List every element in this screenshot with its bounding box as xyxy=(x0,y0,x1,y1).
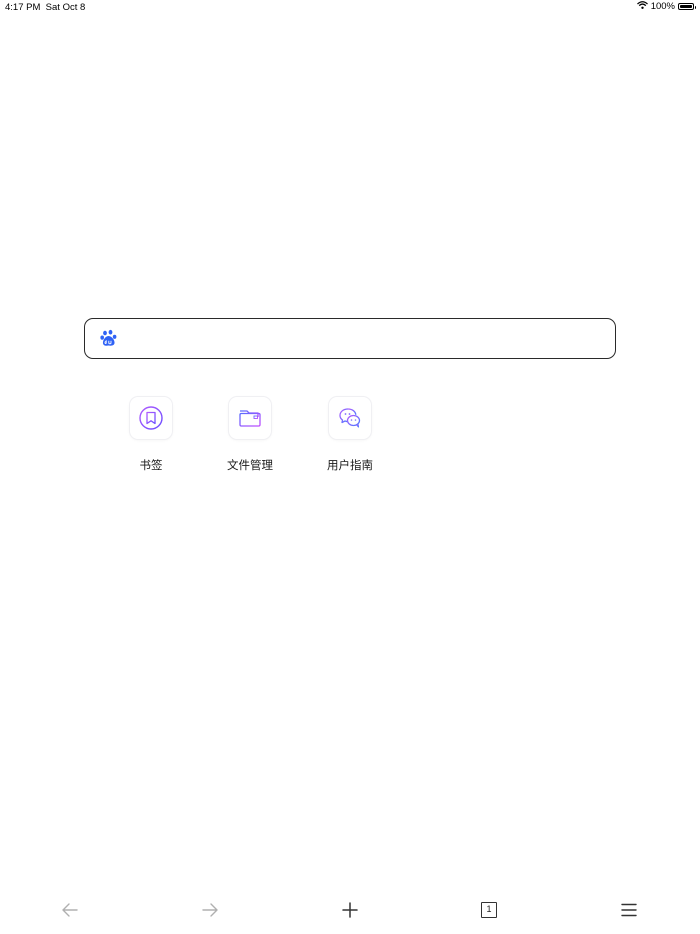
shortcut-label: 用户指南 xyxy=(327,458,373,472)
shortcut-label: 文件管理 xyxy=(227,458,273,472)
status-time-date: 4:17 PM Sat Oct 8 xyxy=(5,2,85,13)
shortcut-user-guide[interactable]: 用户指南 xyxy=(310,397,390,477)
tab-count-badge: 1 xyxy=(481,902,497,918)
shortcut-icon-tile[interactable] xyxy=(130,397,172,439)
shortcut-file-manager[interactable]: 文件管理 xyxy=(210,397,290,477)
tabs-button[interactable]: 1 xyxy=(477,898,501,922)
status-date: Sat Oct 8 xyxy=(45,2,86,13)
bottom-toolbar: 1 xyxy=(0,884,700,934)
search-bar[interactable] xyxy=(84,318,616,359)
wifi-icon xyxy=(636,1,648,12)
battery-full-icon xyxy=(678,3,696,10)
status-bar: 4:17 PM Sat Oct 8 100% xyxy=(0,0,700,14)
shortcut-icon-tile[interactable] xyxy=(329,397,371,439)
back-button[interactable] xyxy=(58,898,82,922)
shortcut-label: 书签 xyxy=(139,458,163,472)
shortcut-grid: 书签 文件管理 用户指南 xyxy=(0,397,700,487)
hamburger-menu-icon xyxy=(617,898,641,922)
shortcut-icon-tile[interactable] xyxy=(229,397,271,439)
menu-button[interactable] xyxy=(617,898,641,922)
status-time: 4:17 PM xyxy=(5,2,41,13)
search-input[interactable] xyxy=(129,325,603,353)
status-indicators: 100% xyxy=(636,1,696,12)
arrow-right-icon xyxy=(198,898,222,922)
battery-percent: 100% xyxy=(650,1,675,12)
plus-icon xyxy=(338,898,362,922)
arrow-left-icon xyxy=(58,898,82,922)
baidu-paw-icon[interactable] xyxy=(99,328,119,348)
new-tab-button[interactable] xyxy=(338,898,362,922)
forward-button[interactable] xyxy=(198,898,222,922)
shortcut-bookmarks[interactable]: 书签 xyxy=(111,397,191,477)
